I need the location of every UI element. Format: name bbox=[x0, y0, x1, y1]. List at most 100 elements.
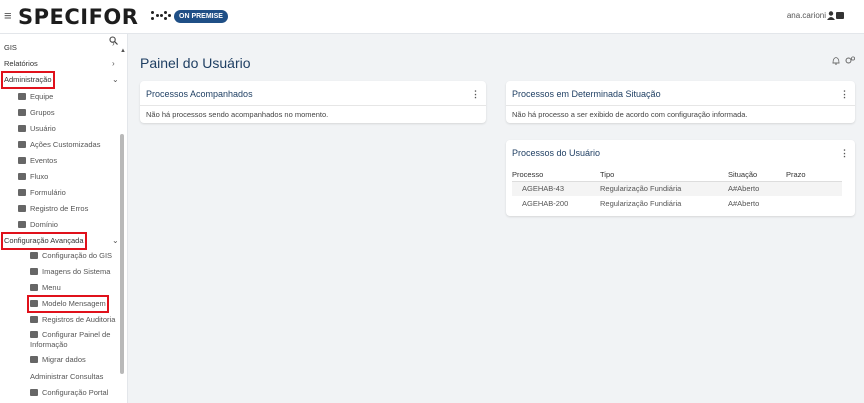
gears-icon[interactable] bbox=[845, 56, 855, 65]
user-icon[interactable] bbox=[827, 11, 835, 20]
table-row[interactable]: AGEHAB-43 Regularização Fundiária A#Aber… bbox=[512, 181, 842, 196]
sidebar-item-label: Ações Customizadas bbox=[30, 140, 101, 149]
table-row[interactable]: AGEHAB-200 Regularização Fundiária A#Abe… bbox=[512, 196, 842, 211]
sidebar-item-registros-auditoria[interactable]: Registros de Auditoria bbox=[30, 314, 115, 326]
card-title: Processos em Determinada Situação bbox=[512, 89, 661, 99]
sidebar-item-eventos[interactable]: Eventos bbox=[18, 155, 57, 167]
sidebar-item-imagens-sistema[interactable]: Imagens do Sistema bbox=[30, 266, 110, 278]
sidebar-item-grupos[interactable]: Grupos bbox=[18, 107, 55, 119]
card-processos-acompanhados: Processos Acompanhados ⋮ Não há processo… bbox=[140, 81, 486, 123]
sidebar-item-acoes-customizadas[interactable]: Ações Customizadas bbox=[18, 139, 100, 151]
sidebar-item-label: Configurar Painel de Informação bbox=[30, 330, 111, 349]
sidebar-item-registro-erros[interactable]: Registro de Erros bbox=[18, 203, 88, 215]
sidebar-item-fluxo[interactable]: Fluxo bbox=[18, 171, 48, 183]
column-header[interactable]: Tipo bbox=[600, 168, 728, 182]
sidebar-item-relatorios[interactable]: Relatórios bbox=[4, 58, 38, 70]
column-header[interactable]: Processo bbox=[512, 168, 600, 182]
settings-users-icon bbox=[30, 356, 38, 363]
table-cell: AGEHAB-43 bbox=[512, 181, 600, 196]
chevron-right-icon: › bbox=[112, 39, 115, 48]
settings-users-icon bbox=[30, 389, 38, 396]
chevron-down-icon: ⌄ bbox=[112, 236, 119, 245]
hamburger-menu-icon[interactable]: ≡ bbox=[4, 9, 12, 22]
column-header[interactable]: Prazo bbox=[786, 168, 842, 182]
sidebar-item-configuracao-avancada[interactable]: Configuração Avançada bbox=[1, 232, 87, 250]
sidebar-item-label: Domínio bbox=[30, 220, 58, 229]
sidebar-item-label: Equipe bbox=[30, 92, 54, 101]
card-title: Processos do Usuário bbox=[512, 148, 601, 158]
settings-users-icon bbox=[30, 316, 38, 323]
sidebar-item-label: Registros de Auditoria bbox=[42, 315, 116, 324]
settings-users-icon bbox=[30, 268, 38, 275]
sidebar-scrollbar[interactable] bbox=[120, 134, 124, 374]
table-header-row: Processo Tipo Situação Prazo bbox=[512, 168, 842, 182]
chevron-down-icon: ⌄ bbox=[112, 75, 119, 84]
sidebar-item-usuario[interactable]: Usuário bbox=[18, 123, 56, 135]
sidebar-item-label: Configuração Portal bbox=[42, 388, 109, 397]
lightning-icon bbox=[18, 157, 26, 164]
card-processos-usuario: Processos do Usuário ⋮ Processo Tipo Sit… bbox=[506, 140, 855, 216]
sidebar-item-label: Modelo Mensagem bbox=[42, 299, 106, 308]
divider bbox=[140, 105, 486, 106]
card-message: Não há processo a ser exibido de acordo … bbox=[512, 110, 748, 119]
card-processos-situacao: Processos em Determinada Situação ⋮ Não … bbox=[506, 81, 855, 123]
settings-users-icon bbox=[30, 300, 38, 307]
sidebar-item-label: Registro de Erros bbox=[30, 204, 89, 213]
sidebar-item-formulario[interactable]: Formulário bbox=[18, 187, 66, 199]
top-bar: ≡ SPECIFOR ON PREMISE ana.carioni bbox=[0, 0, 864, 34]
settings-users-icon bbox=[30, 331, 38, 338]
kebab-menu-icon[interactable]: ⋮ bbox=[840, 148, 849, 159]
sidebar-item-label: Migrar dados bbox=[42, 355, 86, 364]
logo-dots-icon bbox=[151, 10, 171, 24]
sidebar-item-configurar-painel[interactable]: Configurar Painel de Informação bbox=[30, 330, 116, 352]
table-cell: A#Aberto bbox=[728, 199, 760, 208]
flow-icon bbox=[18, 173, 26, 180]
sidebar-item-label: Fluxo bbox=[30, 172, 49, 181]
bug-icon bbox=[18, 205, 26, 212]
mail-icon[interactable] bbox=[836, 12, 844, 19]
bell-icon[interactable] bbox=[832, 56, 840, 65]
sidebar-item-label: Formulário bbox=[30, 188, 66, 197]
domain-icon bbox=[18, 221, 26, 228]
page-title: Painel do Usuário bbox=[140, 55, 251, 71]
sidebar-item-label: Imagens do Sistema bbox=[42, 267, 111, 276]
column-header[interactable]: Situação bbox=[728, 168, 786, 182]
processes-table: Processo Tipo Situação Prazo AGEHAB-43 R… bbox=[512, 168, 842, 211]
sidebar-item-administrar-consultas[interactable]: Administrar Consultas bbox=[30, 371, 103, 383]
sidebar-item-configuracao-gis[interactable]: Configuração do GIS bbox=[30, 250, 112, 262]
table-cell: Regularização Fundiária bbox=[600, 199, 682, 208]
chevron-right-icon: › bbox=[112, 59, 115, 68]
sidebar-item-migrar-dados[interactable]: Migrar dados bbox=[30, 354, 86, 366]
sidebar-item-configuracao-portal[interactable]: Configuração Portal bbox=[30, 387, 108, 399]
on-premise-badge: ON PREMISE bbox=[174, 10, 228, 23]
sidebar-item-equipe[interactable]: Equipe bbox=[18, 91, 53, 103]
form-icon bbox=[18, 189, 26, 196]
table-cell bbox=[786, 196, 842, 211]
sidebar-item-gis[interactable]: GIS bbox=[4, 42, 17, 54]
sidebar: ▲ GIS › Relatórios › Administração ⌄ Equ… bbox=[0, 34, 128, 403]
kebab-menu-icon[interactable]: ⋮ bbox=[471, 89, 480, 100]
team-icon bbox=[18, 93, 26, 100]
sidebar-item-label: Eventos bbox=[30, 156, 58, 165]
user-name[interactable]: ana.carioni bbox=[787, 11, 826, 20]
sidebar-item-modelo-mensagem[interactable]: Modelo Mensagem bbox=[27, 295, 109, 313]
group-icon bbox=[18, 109, 26, 116]
card-title: Processos Acompanhados bbox=[146, 89, 253, 99]
sidebar-item-menu[interactable]: Menu bbox=[30, 282, 61, 294]
user-icon bbox=[18, 125, 26, 132]
sidebar-item-label: Configuração do GIS bbox=[42, 251, 113, 260]
settings-users-icon bbox=[30, 252, 38, 259]
table-cell: A#Aberto bbox=[728, 181, 786, 196]
scroll-up-arrow-icon[interactable]: ▲ bbox=[120, 48, 126, 54]
divider bbox=[506, 105, 855, 106]
card-message: Não há processos sendo acompanhados no m… bbox=[146, 110, 329, 119]
sidebar-item-dominio[interactable]: Domínio bbox=[18, 219, 58, 231]
table-cell: AGEHAB-200 bbox=[522, 199, 569, 208]
kebab-menu-icon[interactable]: ⋮ bbox=[840, 89, 849, 100]
table-cell bbox=[786, 181, 842, 196]
sidebar-item-administracao[interactable]: Administração bbox=[1, 71, 55, 89]
brand-logo[interactable]: SPECIFOR bbox=[18, 6, 138, 28]
sidebar-item-label: Usuário bbox=[30, 124, 56, 133]
sidebar-item-label: Menu bbox=[42, 283, 61, 292]
table-cell: Regularização Fundiária bbox=[600, 181, 728, 196]
